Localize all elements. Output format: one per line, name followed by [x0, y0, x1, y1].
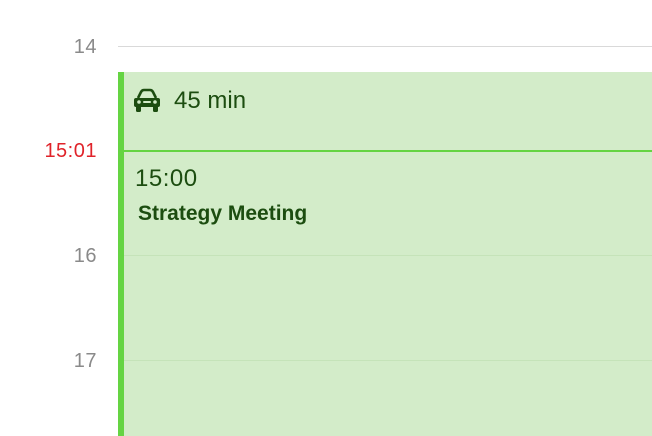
hour-label-16: 16 [73, 245, 97, 267]
current-time-label: 15:01 [44, 140, 97, 162]
hour-label-17: 17 [73, 350, 97, 372]
event-title[interactable]: Strategy Meeting [138, 202, 307, 226]
current-time-line [118, 150, 652, 152]
travel-time-row[interactable]: 45 min [132, 72, 246, 130]
calendar-day-view: 14 15:01 16 17 45 min 15:00 Strategy Mee… [0, 0, 652, 436]
event-block[interactable]: 45 min [118, 72, 652, 436]
hour-gridline-14 [118, 46, 652, 47]
hour-gridline-16 [124, 255, 652, 256]
event-start-time: 15:00 [135, 165, 198, 192]
car-icon [132, 88, 162, 114]
hour-gridline-17 [124, 360, 652, 361]
travel-time-text: 45 min [174, 87, 247, 114]
hour-label-14: 14 [73, 36, 97, 58]
